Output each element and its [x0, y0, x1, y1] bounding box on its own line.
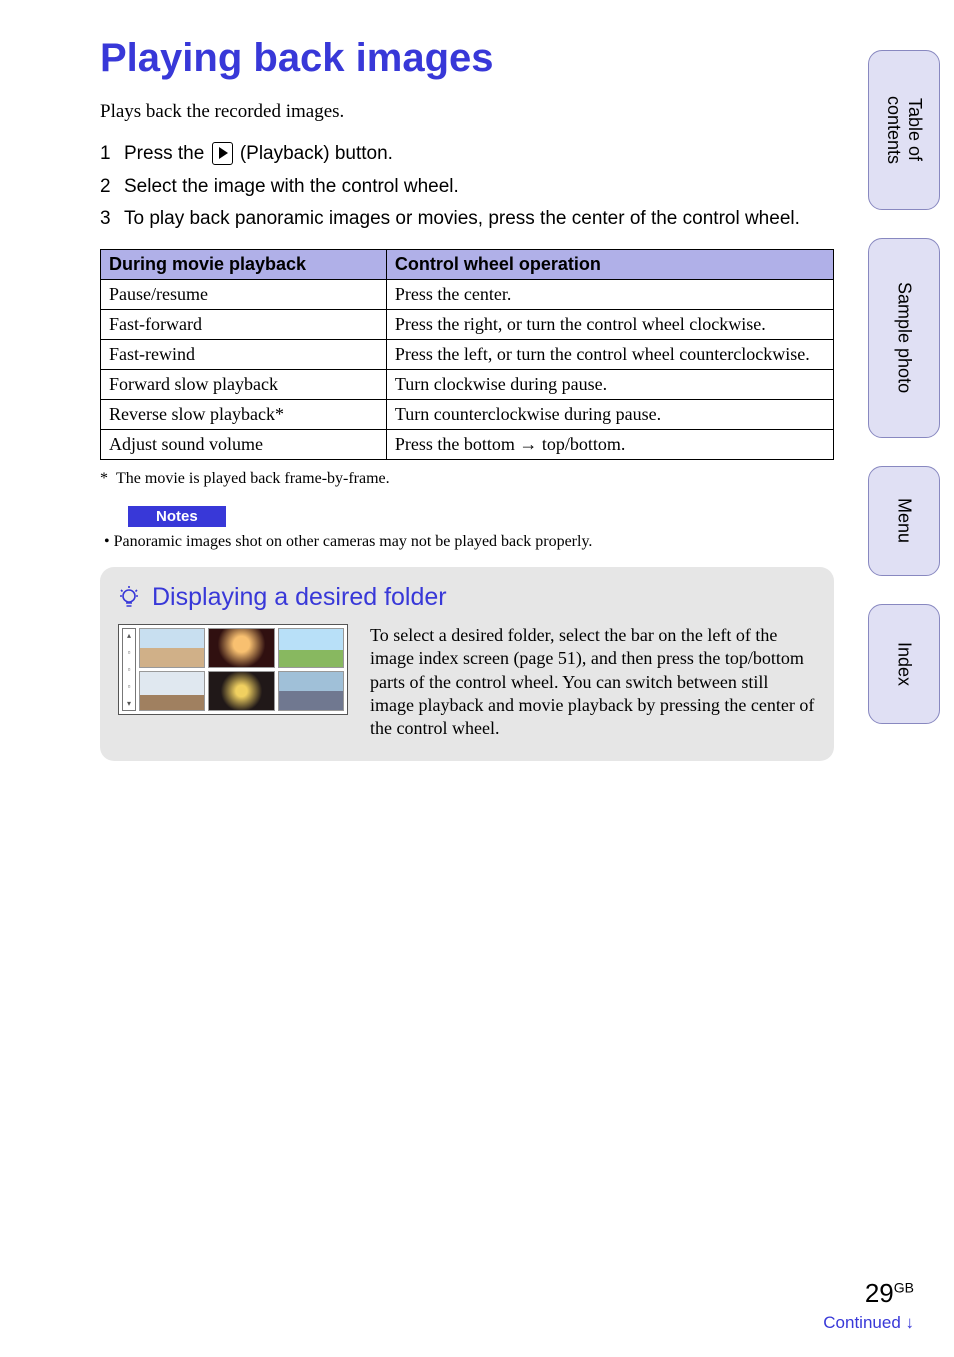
table-row: Fast-forwardPress the right, or turn the…: [101, 309, 834, 339]
table-cell: Turn clockwise during pause.: [386, 369, 833, 399]
table-cell: Press the center.: [386, 279, 833, 309]
page-title: Playing back images: [100, 36, 834, 81]
step-text: To play back panoramic images or movies,…: [124, 206, 834, 233]
page-region: GB: [894, 1279, 914, 1295]
thumbnail: [278, 671, 344, 711]
table-row: Adjust sound volumePress the bottom → to…: [101, 429, 834, 459]
table-row: Pause/resumePress the center.: [101, 279, 834, 309]
step-number: 3: [100, 206, 116, 233]
index-scrollbar: ▴▫▫▫▾: [122, 628, 136, 711]
table-cell: Pause/resume: [101, 279, 387, 309]
tip-title-text: Displaying a desired folder: [152, 583, 447, 612]
footnote-mark: *: [100, 470, 108, 488]
tab-sample-photo[interactable]: Sample photo: [868, 238, 940, 438]
table-header: During movie playback: [101, 249, 387, 279]
step-number: 2: [100, 174, 116, 201]
index-screen-illustration: ▴▫▫▫▾: [118, 624, 348, 715]
table-header: Control wheel operation: [386, 249, 833, 279]
lightbulb-icon: [118, 584, 140, 610]
notes-label: Notes: [128, 506, 226, 527]
playback-icon: [212, 142, 233, 165]
page-footer: 29GB Continued ↓: [823, 1278, 914, 1333]
tab-table-of-contents[interactable]: Table of contents: [868, 50, 940, 210]
playback-table: During movie playback Control wheel oper…: [100, 249, 834, 460]
table-row: Fast-rewindPress the left, or turn the c…: [101, 339, 834, 369]
table-cell: Fast-forward: [101, 309, 387, 339]
table-cell: Fast-rewind: [101, 339, 387, 369]
tab-index[interactable]: Index: [868, 604, 940, 724]
footnote: * The movie is played back frame-by-fram…: [100, 470, 834, 488]
table-cell: Press the right, or turn the control whe…: [386, 309, 833, 339]
intro-text: Plays back the recorded images.: [100, 101, 834, 123]
step-text-pre: Press the: [124, 143, 210, 164]
table-cell: Adjust sound volume: [101, 429, 387, 459]
step-text: Press the (Playback) button.: [124, 141, 834, 168]
side-tabs: Table of contents Sample photo Menu Inde…: [868, 50, 940, 724]
notes-item: Panoramic images shot on other cameras m…: [100, 533, 834, 551]
table-row: Forward slow playbackTurn clockwise duri…: [101, 369, 834, 399]
thumbnail: [208, 671, 274, 711]
tip-text: To select a desired folder, select the b…: [370, 624, 816, 741]
thumbnail: [139, 671, 205, 711]
table-cell: Turn counterclockwise during pause.: [386, 399, 833, 429]
tab-menu[interactable]: Menu: [868, 466, 940, 576]
step-text-post: (Playback) button.: [240, 143, 393, 164]
step-text: Select the image with the control wheel.: [124, 174, 834, 201]
thumbnail: [208, 628, 274, 668]
tip-title: Displaying a desired folder: [118, 583, 816, 612]
page-number-value: 29: [865, 1278, 894, 1308]
step-3: 3 To play back panoramic images or movie…: [100, 206, 834, 233]
tip-box: Displaying a desired folder ▴▫▫▫▾: [100, 567, 834, 761]
thumbnail: [139, 628, 205, 668]
footnote-text: The movie is played back frame-by-frame.: [116, 470, 390, 488]
thumbnail: [278, 628, 344, 668]
table-cell: Reverse slow playback*: [101, 399, 387, 429]
table-cell: Press the bottom → top/bottom.: [386, 429, 833, 459]
continued-indicator: Continued ↓: [823, 1313, 914, 1333]
steps-list: 1 Press the (Playback) button. 2 Select …: [100, 141, 834, 233]
table-cell: Forward slow playback: [101, 369, 387, 399]
step-number: 1: [100, 141, 116, 168]
step-2: 2 Select the image with the control whee…: [100, 174, 834, 201]
page-number: 29GB: [823, 1278, 914, 1309]
table-cell: Press the left, or turn the control whee…: [386, 339, 833, 369]
table-row: Reverse slow playback*Turn counterclockw…: [101, 399, 834, 429]
step-1: 1 Press the (Playback) button.: [100, 141, 834, 168]
